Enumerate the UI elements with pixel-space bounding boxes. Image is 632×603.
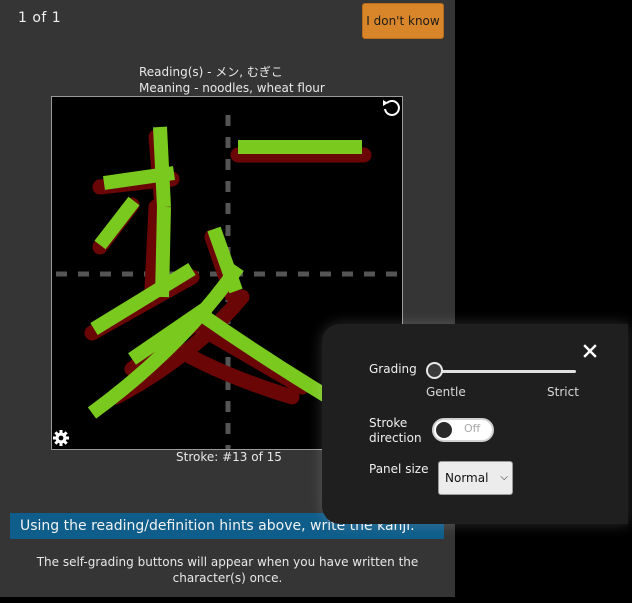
toggle-state: Off	[464, 422, 481, 435]
slider-track	[434, 370, 576, 373]
dont-know-button[interactable]: I don't know	[362, 3, 444, 39]
panel-size-value: Normal	[445, 471, 489, 485]
grading-label: Grading	[369, 362, 417, 376]
close-icon[interactable]	[581, 342, 599, 360]
settings-popup: Grading Gentle Strict Stroke direction O…	[322, 324, 628, 524]
gear-icon[interactable]	[52, 429, 70, 447]
self-grade-note: The self-grading buttons will appear whe…	[36, 555, 419, 585]
meaning-hint: Meaning - noodles, wheat flour	[139, 81, 325, 95]
toggle-knob	[436, 422, 452, 438]
card-counter: 1 of 1	[18, 10, 62, 26]
hints: Reading(s) - メン, むぎこ Meaning - noodles, …	[139, 64, 325, 96]
panel-size-label: Panel size	[369, 462, 429, 476]
chevron-down-icon: ⌵	[500, 472, 508, 483]
panel-size-select[interactable]: Normal ⌵	[438, 461, 513, 495]
stroke-direction-toggle[interactable]: Off	[432, 418, 494, 442]
reading-hint: Reading(s) - メン, むぎこ	[139, 65, 283, 79]
stroke-counter: Stroke: #13 of 15	[176, 450, 282, 464]
grading-min-label: Gentle	[426, 385, 466, 399]
slider-thumb[interactable]	[426, 362, 443, 379]
reset-icon[interactable]	[380, 97, 402, 119]
grading-slider[interactable]	[426, 361, 576, 381]
stroke-direction-label: Stroke direction	[369, 416, 422, 445]
grading-max-label: Strict	[547, 385, 579, 399]
